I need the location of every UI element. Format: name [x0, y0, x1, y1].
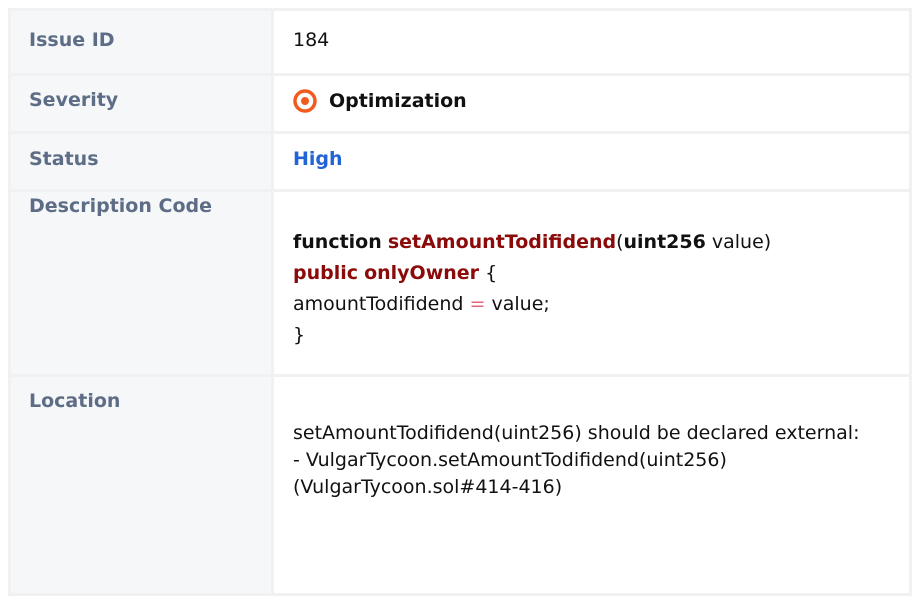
location-row: Location setAmountTodifidend(uint256) sh… [8, 374, 912, 596]
location-line-2: - VulgarTycoon.setAmountTodifidend(uint2… [293, 449, 727, 498]
severity-label: Severity [29, 89, 119, 111]
code-block: function setAmountTodifidend(uint256 val… [293, 192, 909, 351]
description-label: Description Code [29, 195, 212, 217]
severity-row: Severity Optimization [8, 73, 912, 134]
code-paren-open: ( [616, 231, 624, 253]
code-param: value) [705, 231, 772, 253]
code-modifier: onlyOwner [364, 262, 480, 284]
code-line-1: function setAmountTodifidend(uint256 val… [293, 227, 909, 258]
issue-id-value-cell: 184 [271, 8, 912, 76]
code-variable: amountTodifidend [293, 293, 464, 315]
location-value-cell: setAmountTodifidend(uint256) should be d… [271, 374, 912, 596]
code-rhs: value; [485, 293, 550, 315]
status-label-cell: Status [8, 131, 274, 192]
status-value-cell: High [271, 131, 912, 192]
code-operator: = [469, 293, 486, 315]
issue-details-table: Issue ID 184 Severity Optimization Statu… [8, 8, 912, 596]
issue-id-value: 184 [293, 29, 330, 51]
code-keyword-function: function [293, 231, 382, 253]
target-icon [293, 89, 317, 113]
description-value-cell: function setAmountTodifidend(uint256 val… [271, 189, 912, 377]
location-label: Location [29, 390, 121, 412]
location-label-cell: Location [8, 374, 274, 596]
description-label-cell: Description Code [8, 189, 274, 377]
code-line-3: amountTodifidend = value; [293, 289, 909, 320]
code-brace-close: } [293, 324, 306, 346]
severity-label-cell: Severity [8, 73, 274, 134]
status-label: Status [29, 148, 99, 170]
description-row: Description Code function setAmountTodif… [8, 189, 912, 377]
code-line-2: public onlyOwner { [293, 258, 909, 289]
severity-value-cell: Optimization [271, 73, 912, 134]
code-brace-open: { [479, 262, 498, 284]
severity-value-wrap: Optimization [293, 76, 909, 113]
code-function-name: setAmountTodifidend [387, 231, 617, 253]
code-line-4: } [293, 320, 909, 351]
status-row: Status High [8, 131, 912, 192]
issue-id-label: Issue ID [29, 29, 115, 51]
code-keyword-public: public [293, 262, 359, 284]
code-type: uint256 [623, 231, 706, 253]
severity-value: Optimization [329, 90, 467, 112]
status-value: High [293, 148, 343, 170]
issue-id-row: Issue ID 184 [8, 8, 912, 76]
location-line-1: setAmountTodifidend(uint256) should be d… [293, 422, 860, 444]
issue-id-label-cell: Issue ID [8, 8, 274, 76]
location-text: setAmountTodifidend(uint256) should be d… [293, 377, 873, 501]
